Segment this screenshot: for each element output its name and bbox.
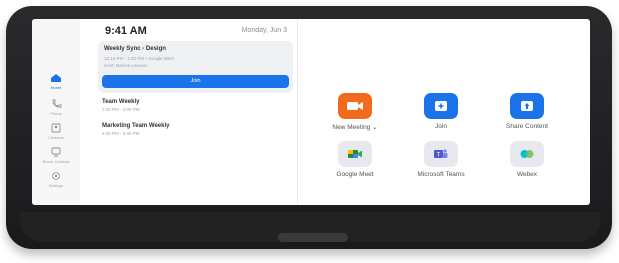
join-meeting-button[interactable]: Join: [102, 75, 289, 88]
join-tile[interactable]: Join: [401, 93, 481, 130]
microsoft-teams-tile[interactable]: T Microsoft Teams: [401, 141, 481, 178]
sidebar: Home Phone Contacts Room Controls Settin…: [32, 19, 80, 205]
agenda-panel: 9:41 AM Monday, Jun 3 Weekly Sync - Desi…: [80, 19, 298, 205]
sidebar-item-home[interactable]: Home: [32, 73, 80, 90]
meeting-time: 2:00 PM - 3:00 PM: [102, 107, 140, 112]
meeting-host: Host: Maxine Lawson: [104, 63, 148, 68]
sidebar-item-label: Home: [50, 85, 62, 90]
list-item[interactable]: Team Weekly 2:00 PM - 3:00 PM: [102, 99, 140, 112]
video-camera-icon: [347, 102, 363, 110]
new-meeting-button[interactable]: [338, 93, 372, 119]
webex-button[interactable]: [510, 141, 544, 167]
meeting-time: 4:00 PM - 5:00 PM: [102, 131, 140, 136]
svg-text:T: T: [437, 153, 441, 159]
device-speaker: [278, 233, 348, 242]
meeting-title: Weekly Sync - Design: [104, 46, 166, 52]
meeting-time: 12:15 PM - 1:00 PM • Google Meet: [104, 56, 174, 61]
new-meeting-label: New Meeting ⌄: [332, 124, 378, 131]
meeting-title: Marketing Team Weekly: [102, 123, 170, 129]
sidebar-item-contacts[interactable]: Contacts: [32, 123, 80, 140]
google-meet-tile[interactable]: Google Meet: [315, 141, 395, 178]
phone-icon: [52, 99, 62, 108]
current-date: Monday, Jun 3: [241, 27, 287, 34]
room-controls-icon: [51, 147, 61, 157]
plus-icon: [435, 101, 447, 111]
share-content-button[interactable]: [510, 93, 544, 119]
webex-label: Webex: [516, 171, 538, 178]
meeting-title: Team Weekly: [102, 99, 140, 105]
microsoft-teams-icon: T: [434, 149, 448, 159]
sidebar-item-phone[interactable]: Phone: [32, 99, 80, 116]
share-upload-icon: [521, 101, 533, 111]
sidebar-item-label: Room Controls: [42, 159, 70, 164]
settings-icon: [52, 172, 60, 180]
join-button[interactable]: [424, 93, 458, 119]
join-label: Join: [435, 123, 447, 130]
contacts-icon: [51, 123, 61, 133]
microsoft-teams-button[interactable]: T: [424, 141, 458, 167]
google-meet-icon: [348, 150, 362, 158]
microsoft-teams-label: Microsoft Teams: [417, 171, 465, 178]
sidebar-item-label: Contacts: [48, 135, 64, 140]
sidebar-item-label: Settings: [48, 183, 64, 188]
sidebar-item-label: Phone: [50, 111, 62, 116]
sidebar-item-room-controls[interactable]: Room Controls: [32, 147, 80, 164]
home-icon: [51, 74, 61, 82]
share-content-tile[interactable]: Share Content: [487, 93, 567, 130]
current-meeting-card[interactable]: Weekly Sync - Design 12:15 PM - 1:00 PM …: [98, 41, 293, 93]
google-meet-button[interactable]: [338, 141, 372, 167]
new-meeting-tile[interactable]: New Meeting ⌄: [315, 93, 395, 131]
list-item[interactable]: Marketing Team Weekly 4:00 PM - 5:00 PM: [102, 123, 169, 136]
sidebar-item-settings[interactable]: Settings: [32, 171, 80, 188]
clock-time: 9:41 AM: [105, 25, 147, 37]
google-meet-label: Google Meet: [336, 171, 374, 178]
webex-icon: [520, 150, 534, 158]
screen: Home Phone Contacts Room Controls Settin…: [32, 19, 590, 205]
webex-tile[interactable]: Webex: [487, 141, 567, 178]
share-content-label: Share Content: [506, 123, 548, 130]
